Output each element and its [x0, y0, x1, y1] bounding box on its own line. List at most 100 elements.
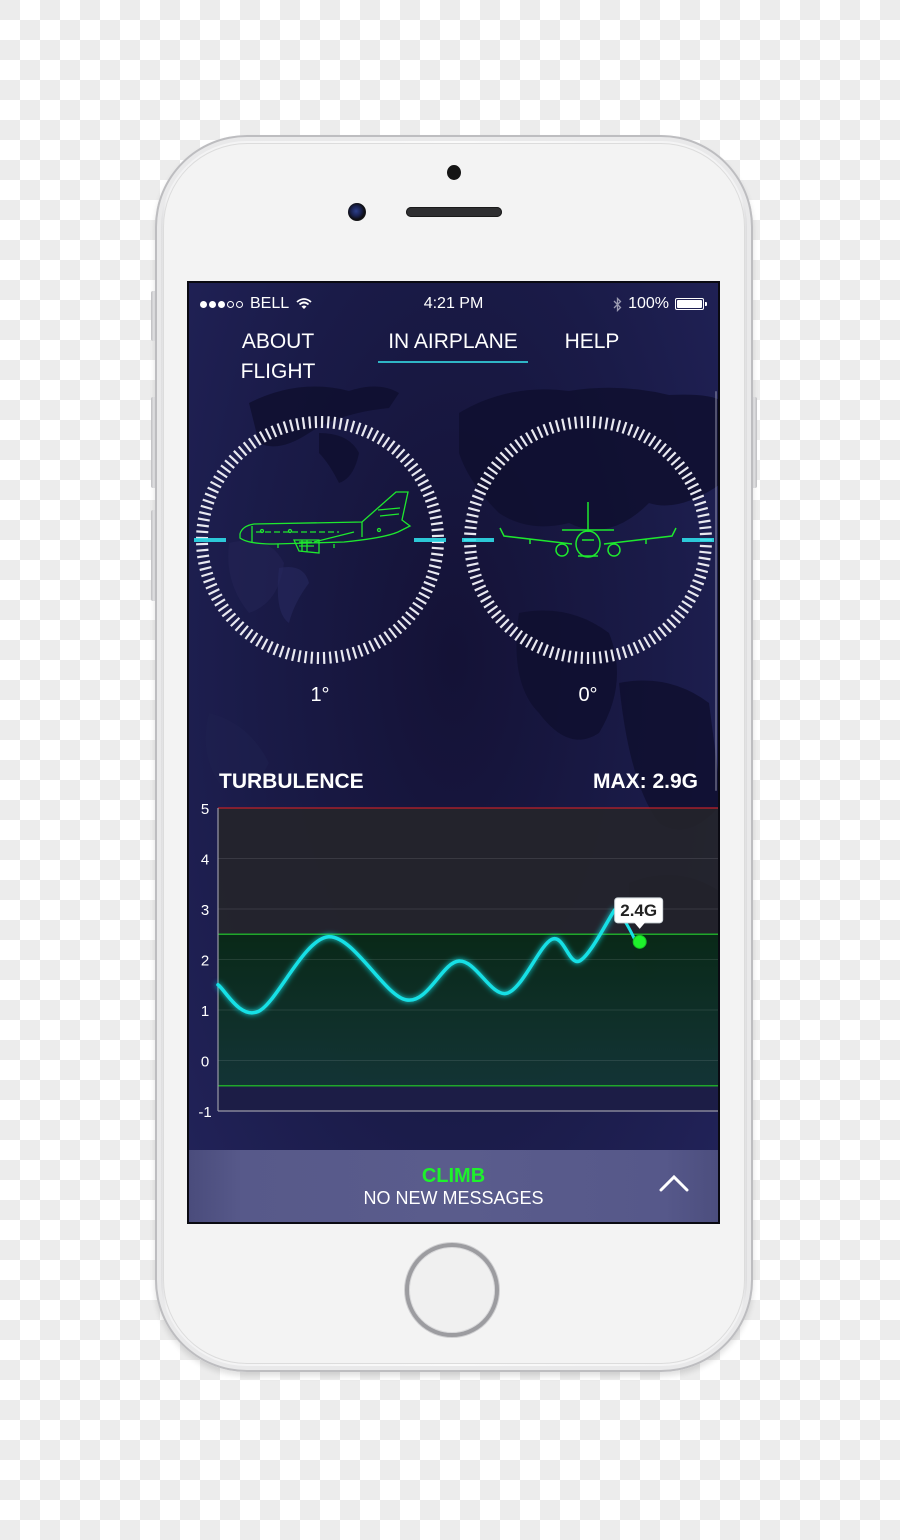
tab-bar: ABOUT FLIGHT IN AIRPLANE HELP	[189, 327, 718, 383]
dial-tick	[233, 450, 243, 461]
dial-tick	[567, 417, 572, 430]
dial-tick	[357, 644, 364, 657]
dial-tick	[465, 556, 478, 561]
dial-tick	[391, 444, 401, 455]
earpiece-speaker	[406, 207, 502, 217]
dial-tick	[477, 589, 489, 598]
dial-tick	[366, 427, 374, 439]
dial-tick	[397, 619, 407, 630]
dial-tick	[536, 641, 544, 654]
dial-tick	[681, 471, 693, 480]
dial-tick	[426, 502, 439, 509]
dial-tick	[530, 639, 539, 651]
dial-tick	[474, 584, 487, 592]
dial-tick	[258, 431, 267, 443]
dial-tick	[392, 623, 403, 635]
pitch-gauge: 1°	[194, 414, 446, 706]
dial-tick	[196, 523, 209, 528]
dial-tick	[371, 429, 380, 442]
tab-about-flight[interactable]: ABOUT FLIGHT	[203, 327, 353, 383]
dial-tick	[499, 618, 510, 629]
dial-tick	[355, 422, 362, 435]
dial-tick	[495, 614, 506, 624]
dial-tick	[197, 517, 210, 522]
dial-tick	[483, 600, 495, 609]
tab-help[interactable]: HELP	[557, 327, 627, 363]
dial-tick	[417, 478, 429, 487]
dial-tick	[694, 500, 707, 507]
bluetooth-icon	[613, 296, 622, 312]
dial-tick	[684, 477, 696, 485]
dial-tick	[465, 519, 478, 524]
dial-tick	[303, 651, 308, 664]
horizon-marker-left	[462, 538, 494, 542]
y-tick-label: 4	[201, 852, 209, 869]
dial-tick	[670, 614, 681, 624]
dial-tick	[598, 651, 603, 664]
dial-tick	[666, 451, 677, 462]
dial-tick	[610, 418, 615, 431]
dial-tick	[697, 562, 710, 567]
dial-tick	[360, 424, 368, 437]
below-band	[218, 1085, 718, 1111]
horizon-marker-right	[682, 538, 714, 542]
flight-status-bar[interactable]: CLIMB NO NEW MESSAGES	[189, 1150, 718, 1222]
y-tick-label: 0	[201, 1054, 209, 1071]
dial-tick	[197, 554, 210, 559]
dial-tick	[205, 582, 218, 590]
dial-tick	[376, 433, 385, 445]
dial-tick	[652, 439, 662, 451]
dial-tick	[580, 651, 584, 664]
dial-tick	[334, 650, 339, 663]
dial-tick	[554, 647, 561, 661]
dial-tick	[272, 643, 280, 656]
dial-tick	[344, 418, 349, 432]
dial-tick	[610, 649, 615, 662]
front-sensor	[447, 165, 461, 180]
dial-tick	[699, 550, 712, 555]
dial-tick	[199, 566, 212, 572]
dial-tick	[362, 642, 370, 655]
dial-tick	[295, 418, 300, 431]
dial-tick	[284, 647, 291, 660]
dial-tick	[695, 567, 709, 574]
dial-tick	[207, 486, 219, 494]
dial-tick	[467, 506, 481, 513]
dial-tick	[430, 521, 443, 526]
dial-tick	[495, 456, 506, 466]
status-right: 100%	[613, 295, 707, 313]
dial-tick	[490, 609, 502, 619]
dial-tick	[480, 477, 492, 485]
chevron-up-icon[interactable]	[658, 1172, 690, 1194]
dial-tick	[662, 447, 672, 458]
current-value-marker[interactable]	[632, 934, 647, 949]
tab-in-airplane[interactable]: IN AIRPLANE	[378, 327, 528, 363]
scroll-indicator[interactable]	[715, 391, 717, 791]
home-button[interactable]	[405, 1243, 499, 1337]
turbulence-chart: 5 4 3 2 1 0 -1 2.4G	[189, 798, 718, 1128]
dial-tick	[209, 480, 222, 489]
dial-tick	[615, 647, 622, 661]
dial-tick	[253, 434, 262, 446]
dial-tick	[198, 511, 212, 516]
dial-tick	[643, 432, 651, 444]
dial-tick	[536, 426, 544, 439]
dial-tick	[411, 467, 423, 477]
dial-tick	[328, 651, 332, 664]
dial-tick	[694, 573, 707, 580]
dial-tick	[332, 416, 337, 429]
dial-tick	[681, 600, 693, 609]
dial-tick	[216, 469, 228, 479]
dial-tick	[282, 421, 289, 434]
dial-tick	[310, 651, 314, 664]
dial-tick	[208, 588, 220, 596]
dial-tick	[373, 637, 382, 649]
horizon-marker-left	[194, 538, 226, 542]
dial-tick	[422, 490, 435, 498]
y-tick-label: 2	[201, 953, 209, 970]
dial-tick	[220, 464, 232, 474]
dial-tick	[399, 453, 410, 463]
dial-tick	[648, 435, 657, 447]
dial-tick	[487, 466, 499, 476]
dial-tick	[514, 439, 524, 451]
